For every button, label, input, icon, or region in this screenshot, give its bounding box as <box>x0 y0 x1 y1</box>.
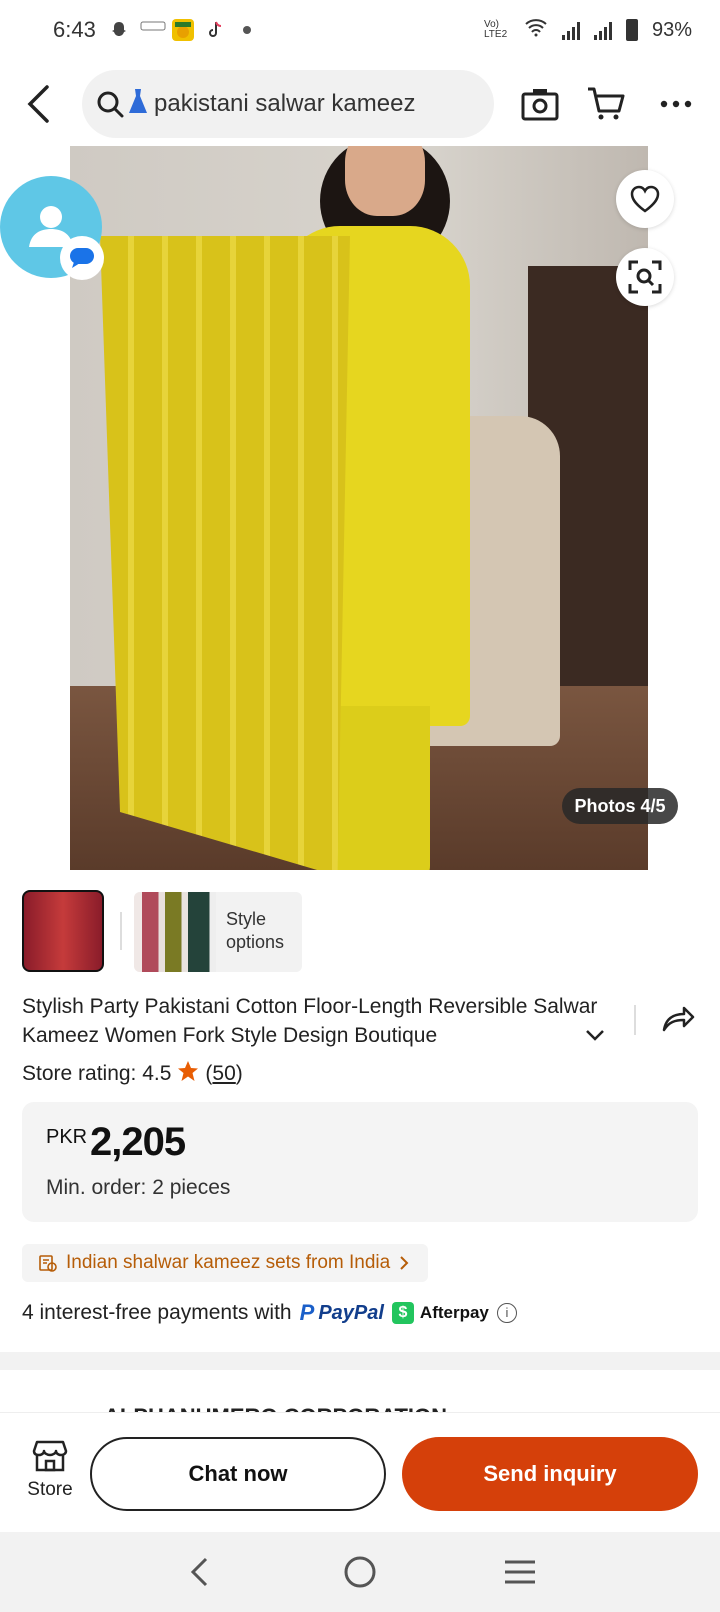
paypal-icon: P <box>299 1300 315 1325</box>
tiktok-icon <box>204 19 226 41</box>
price-card: PKR 2,205 Min. order: 2 pieces <box>22 1102 698 1222</box>
search-icon <box>97 91 124 118</box>
product-title: Stylish Party Pakistani Cotton Floor-Len… <box>22 995 598 1047</box>
chat-now-button[interactable]: Chat now <box>90 1437 386 1511</box>
cart-button[interactable] <box>584 82 628 126</box>
search-query: pakistani salwar kameez <box>154 90 416 117</box>
notification-dot-icon <box>236 19 258 41</box>
camera-icon <box>521 89 559 121</box>
payments-text: 4 interest-free payments with <box>22 1301 292 1324</box>
wifi-icon <box>524 17 548 43</box>
payments-row: 4 interest-free payments with P PayPal $… <box>22 1300 517 1326</box>
style-options-label: Style options <box>226 909 285 952</box>
star-icon <box>177 1060 199 1088</box>
price-amount: 2,205 <box>90 1120 186 1164</box>
image-search-button[interactable] <box>616 248 674 306</box>
store-rating: Store rating: 4.5 (50) <box>22 1060 243 1088</box>
signal-icon-1 <box>561 20 580 40</box>
status-bar: 6:43 Vo) LTE2 93% <box>0 0 720 60</box>
more-dots-icon <box>660 100 692 108</box>
battery-icon <box>625 19 638 41</box>
heart-icon <box>630 185 660 213</box>
signal-icon-2 <box>593 20 612 40</box>
status-time: 6:43 <box>53 17 96 42</box>
game-app-icon <box>171 19 194 41</box>
back-arrow-icon <box>27 85 49 123</box>
network-label: Vo) LTE2 <box>483 19 508 40</box>
chevron-down-icon <box>586 1030 604 1041</box>
nav-back-button[interactable] <box>178 1550 222 1594</box>
supplier-name: ALPHANUMERO CORPORATION <box>104 1404 447 1412</box>
certificate-icon <box>39 1255 57 1272</box>
search-input[interactable]: pakistani salwar kameez <box>82 70 494 138</box>
afterpay-icon: $ <box>391 1302 414 1324</box>
back-button[interactable] <box>18 84 58 124</box>
system-nav-bar <box>0 1532 720 1612</box>
bottom-action-bar: Store Chat now Send inquiry <box>0 1412 720 1532</box>
store-label: Store <box>27 1479 73 1500</box>
photos-count-badge[interactable]: Photos 4/5 <box>562 788 678 824</box>
favorite-button[interactable] <box>616 170 674 228</box>
battery-percent: 93% <box>651 18 692 41</box>
message-icon <box>70 248 94 268</box>
style-thumbnails <box>134 892 216 972</box>
promo-chip[interactable]: Indian shalwar kameez sets from India <box>22 1244 429 1282</box>
status-app-icons <box>108 19 258 41</box>
nav-recents-button[interactable] <box>498 1550 542 1594</box>
thumbnail-selected[interactable] <box>22 890 104 972</box>
send-inquiry-button[interactable]: Send inquiry <box>402 1437 698 1511</box>
store-icon <box>32 1440 68 1472</box>
image-scan-icon <box>628 260 662 294</box>
min-order: Min. order: 2 pieces <box>46 1176 231 1199</box>
temu-icon <box>140 19 166 41</box>
status-right: Vo) LTE2 93% <box>484 17 692 43</box>
chevron-right-icon <box>400 1256 409 1270</box>
rating-count-link[interactable]: (50) <box>205 1062 242 1086</box>
share-icon <box>662 1006 695 1032</box>
nav-home-icon <box>344 1556 376 1588</box>
camera-search-button[interactable] <box>518 82 562 126</box>
thumbnail-row: Style options <box>22 890 702 974</box>
nav-menu-icon <box>505 1560 535 1584</box>
dress-icon <box>128 88 148 120</box>
product-image[interactable] <box>70 146 648 870</box>
info-icon[interactable]: i <box>496 1303 517 1323</box>
store-rating-label: Store rating: 4.5 <box>22 1062 172 1085</box>
paypal-logo: P PayPal <box>299 1300 384 1325</box>
message-badge <box>60 236 104 280</box>
nav-back-icon <box>190 1557 208 1587</box>
expand-title-button[interactable] <box>584 1024 606 1046</box>
share-button[interactable] <box>660 1000 696 1036</box>
more-options-button[interactable] <box>654 82 698 126</box>
store-button[interactable]: Store <box>22 1439 78 1509</box>
promo-text: Indian shalwar kameez sets from India <box>66 1252 391 1273</box>
cart-icon <box>588 87 625 120</box>
search-header: pakistani salwar kameez <box>0 62 720 146</box>
style-options-button[interactable]: Style options <box>134 892 302 972</box>
price-currency: PKR <box>46 1126 88 1148</box>
snapchat-icon <box>108 19 130 41</box>
supplier-peek[interactable]: ALPHANUMERO CORPORATION <box>0 1370 720 1412</box>
nav-home-button[interactable] <box>338 1550 382 1594</box>
afterpay-logo: $ Afterpay <box>391 1302 489 1324</box>
